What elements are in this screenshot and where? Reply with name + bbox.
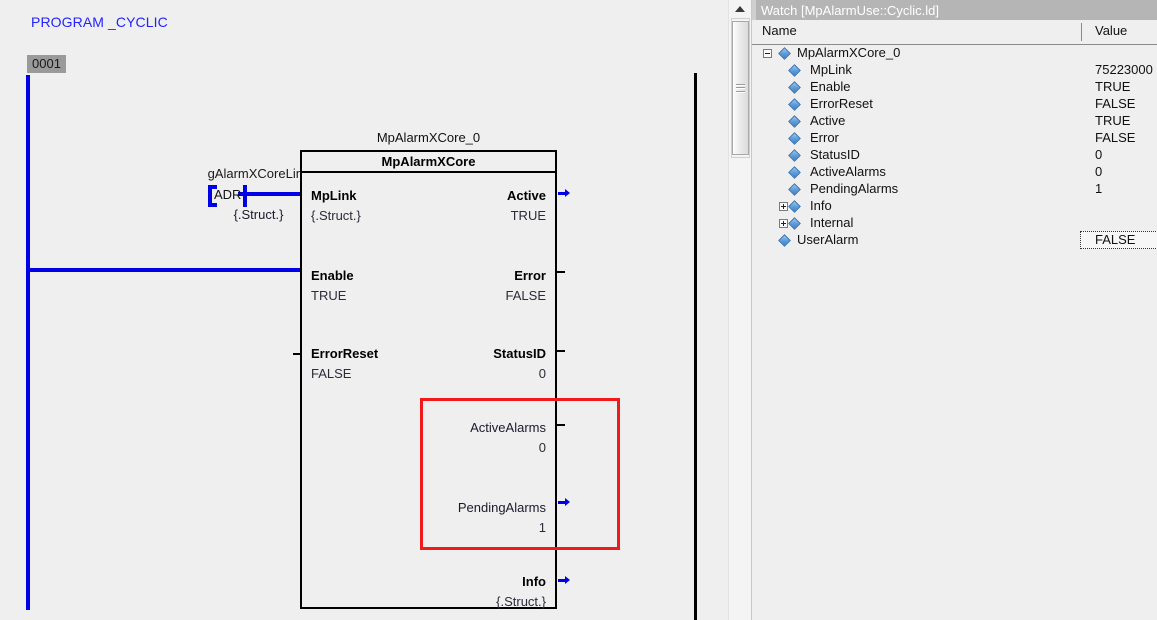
variable-diamond-icon [788,64,801,77]
watch-row-value[interactable]: FALSE [1095,130,1135,145]
variable-diamond-icon [788,149,801,162]
adr-box[interactable]: ADR [208,185,250,207]
watch-row-name: Info [810,198,832,213]
output-pin-error-label[interactable]: Error [514,268,546,283]
variable-diamond-icon [788,98,801,111]
function-block-type-name: MpAlarmXCore [381,154,476,169]
variable-diamond-icon [788,200,801,213]
ladder-editor-canvas[interactable]: PROGRAM _CYCLIC 0001 gAlarmXCoreLink ADR… [0,0,717,620]
function-block-instance-name: MpAlarmXCore_0 [376,130,481,145]
watch-row-name: Error [810,130,839,145]
output-connector-info [558,576,570,584]
table-row[interactable]: PendingAlarms 1 [752,181,1157,198]
output-pin-info-label[interactable]: Info [522,574,546,589]
watch-row-value[interactable]: TRUE [1095,113,1130,128]
table-row[interactable]: ActiveAlarms 0 [752,164,1157,181]
output-pin-statusid-label[interactable]: StatusID [493,346,546,361]
adr-bracket-right-icon [243,185,247,207]
collapse-icon[interactable] [763,49,772,58]
table-row[interactable]: ErrorReset FALSE [752,96,1157,113]
expand-icon[interactable] [779,219,788,228]
watch-row-value[interactable]: 0 [1095,147,1102,162]
input-pin-mplink-value: {.Struct.} [311,208,361,223]
scroll-up-icon[interactable] [729,0,751,17]
input-pin-enable-value: TRUE [311,288,347,303]
expand-icon[interactable] [779,202,788,211]
scrollbar-grip-icon [736,83,745,93]
watch-row-name: Enable [810,79,851,94]
table-row[interactable]: Active TRUE [752,113,1157,130]
watch-row-name: UserAlarm [797,232,859,247]
column-divider[interactable] [1081,23,1082,41]
table-row[interactable]: Info [752,198,1157,215]
output-pin-statusid-value: 0 [538,366,546,381]
watch-row-name: MpAlarmXCore_0 [797,45,901,60]
output-pin-active-label[interactable]: Active [507,188,546,203]
watch-row-value[interactable]: TRUE [1095,79,1130,94]
watch-row-value[interactable]: 0 [1095,164,1102,179]
table-row[interactable]: MpLink 75223000 [752,62,1157,79]
input-pin-errorreset-label[interactable]: ErrorReset [311,346,378,361]
output-pin-error-value: FALSE [505,288,546,303]
variable-diamond-icon [788,132,801,145]
table-row[interactable]: Internal [752,215,1157,232]
scrollbar-thumb[interactable] [732,21,749,155]
watch-titlebar[interactable]: Watch [MpAlarmUse::Cyclic.ld] [752,0,1157,20]
watch-row-name: Active [810,113,846,128]
output-pin-info-value: {.Struct.} [496,594,546,609]
variable-diamond-icon [788,81,801,94]
input-pin-enable-label[interactable]: Enable [311,268,354,283]
watch-titlebar-accent [752,0,756,20]
watch-row-name: StatusID [810,147,860,162]
input-connector-errorreset [293,353,301,355]
watch-row-value[interactable]: 1 [1095,181,1102,196]
output-pin-active-value: TRUE [510,208,546,223]
watch-row-name: PendingAlarms [810,181,899,196]
column-header-value[interactable]: Value [1095,23,1127,38]
watch-panel: Watch [MpAlarmUse::Cyclic.ld] Name Value… [751,0,1157,620]
variable-diamond-icon [778,47,791,60]
input-pin-errorreset-value: FALSE [311,366,352,381]
editor-vertical-scrollbar[interactable] [728,0,751,620]
highlight-rectangle [420,398,620,550]
output-connector-active [558,189,570,197]
variable-diamond-icon [788,183,801,196]
variable-diamond-icon [778,234,791,247]
column-header-name[interactable]: Name [762,23,797,38]
adr-label: ADR [214,187,242,202]
output-connector-statusid [557,350,565,352]
watch-row-value[interactable]: 75223000 [1095,62,1153,77]
variable-diamond-icon [788,217,801,230]
watch-row-name: MpLink [810,62,852,77]
table-row[interactable]: MpAlarmXCore_0 [752,45,1157,62]
watch-row-name: Internal [810,215,854,230]
watch-row-name: ErrorReset [810,96,873,111]
watch-column-header: Name Value [752,20,1157,45]
variable-diamond-icon [788,115,801,128]
watch-title: Watch [MpAlarmUse::Cyclic.ld] [761,2,939,18]
table-row[interactable]: Error FALSE [752,130,1157,147]
watch-row-name: ActiveAlarms [810,164,886,179]
rung-wire-enable [26,268,302,272]
variable-diamond-icon [788,166,801,179]
watch-row-value[interactable]: FALSE [1080,231,1157,249]
output-connector-error [557,271,565,273]
editor-vertical-separator [694,73,697,620]
power-rail-left [26,75,30,610]
rung-number-label: 0001 [27,55,66,73]
watch-row-value[interactable]: FALSE [1095,96,1135,111]
table-row[interactable]: Enable TRUE [752,79,1157,96]
input-pin-mplink-label[interactable]: MpLink [311,188,357,203]
page-title: PROGRAM _CYCLIC [31,14,168,30]
table-row[interactable]: UserAlarm FALSE [752,231,1157,249]
table-row[interactable]: StatusID 0 [752,147,1157,164]
function-block-header: MpAlarmXCore [302,152,555,173]
